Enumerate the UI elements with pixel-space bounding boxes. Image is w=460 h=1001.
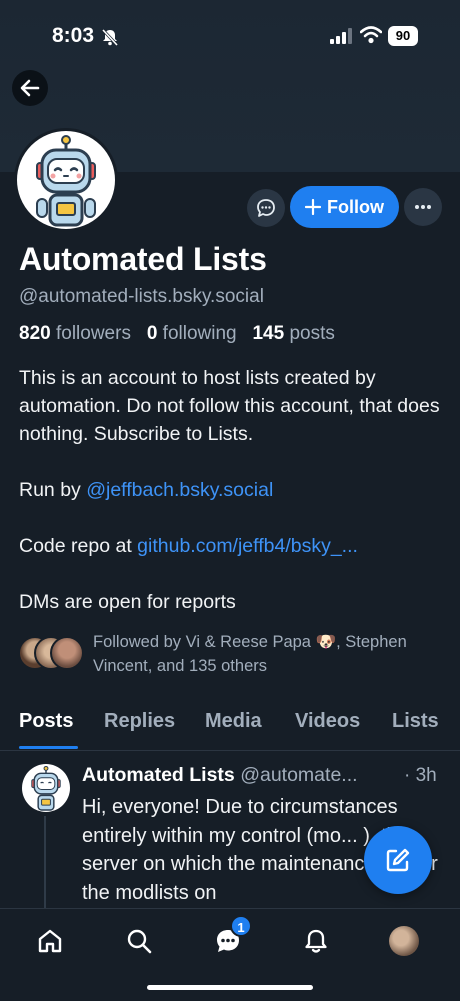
status-time: 8:03: [52, 24, 95, 47]
profile-name: Automated Lists: [19, 241, 267, 277]
nav-profile[interactable]: [384, 923, 424, 959]
post-timestamp[interactable]: · 3h: [404, 765, 437, 787]
bio-dms: DMs are open for reports: [19, 591, 236, 613]
followers-count: 820: [19, 323, 51, 344]
chat-bubble-icon: [257, 199, 275, 217]
followers-stat[interactable]: 820 followers: [19, 323, 131, 344]
bell-icon: [305, 929, 327, 953]
posts-count: 145: [252, 323, 285, 344]
follow-button[interactable]: Follow: [290, 186, 399, 228]
profile-avatar[interactable]: [14, 128, 118, 232]
bio-code-prefix: Code repo at: [19, 535, 138, 557]
post-header: Automated Lists @automate...: [82, 764, 358, 787]
nav-search[interactable]: [119, 923, 159, 959]
tab-media[interactable]: Media: [205, 710, 262, 733]
follower-avatar: [50, 636, 84, 670]
bio-run-link[interactable]: @jeffbach.bsky.social: [86, 479, 273, 501]
post-author-name[interactable]: Automated Lists: [82, 764, 235, 786]
tab-replies[interactable]: Replies: [104, 710, 175, 733]
following-label: following: [162, 323, 237, 344]
post-author-avatar[interactable]: [22, 764, 70, 812]
bio-code-repo: Code repo at github.com/jeffb4/bsky_...: [19, 532, 444, 560]
nav-home[interactable]: [30, 923, 70, 959]
following-stat[interactable]: 0 following: [147, 323, 237, 344]
followed-by-avatars[interactable]: [18, 636, 84, 672]
bio-run-prefix: Run by: [19, 479, 87, 501]
tab-videos[interactable]: Videos: [295, 710, 360, 733]
posts-stat: 145 posts: [252, 323, 334, 344]
home-icon: [38, 929, 62, 953]
nav-chat[interactable]: 1: [208, 915, 252, 959]
battery-indicator: 90: [388, 26, 418, 46]
user-avatar: [389, 926, 419, 956]
active-tab-indicator: [19, 746, 78, 749]
bio-run-by: Run by @jeffbach.bsky.social: [19, 476, 444, 504]
followed-by-text[interactable]: Followed by Vi & Reese Papa 🐶, Stephen V…: [93, 630, 413, 678]
bell-off-icon: [101, 28, 119, 47]
search-icon: [127, 929, 152, 954]
chat-badge: 1: [230, 915, 252, 937]
tab-lists[interactable]: Lists: [392, 710, 439, 733]
message-button[interactable]: [247, 189, 285, 227]
profile-bio: This is an account to host lists created…: [19, 364, 444, 616]
more-options-button[interactable]: [404, 188, 442, 226]
posts-label: posts: [289, 323, 335, 344]
profile-handle: @automated-lists.bsky.social: [19, 286, 264, 307]
follow-button-label: Follow: [327, 196, 384, 217]
compose-button[interactable]: [364, 826, 432, 894]
thread-line: [44, 816, 46, 916]
post-author-handle[interactable]: @automate...: [240, 764, 357, 786]
bio-code-link[interactable]: github.com/jeffb4/bsky_...: [137, 535, 358, 557]
home-indicator: [147, 985, 313, 990]
back-button[interactable]: [12, 70, 48, 106]
ellipsis-icon: [415, 205, 431, 209]
robot-avatar-image: [31, 765, 61, 811]
wifi-icon: [360, 26, 382, 44]
profile-stats: 820 followers 0 following 145 posts: [19, 323, 335, 345]
compose-icon: [386, 848, 410, 872]
nav-notifications[interactable]: [296, 923, 336, 959]
profile-tabs: Posts Replies Media Videos Lists: [0, 704, 460, 751]
signal-icon: [330, 28, 352, 44]
back-arrow-icon: [20, 79, 40, 97]
following-count: 0: [146, 323, 158, 344]
bio-description: This is an account to host lists created…: [19, 367, 440, 445]
robot-avatar-image: [36, 135, 96, 227]
tab-posts[interactable]: Posts: [19, 710, 73, 733]
status-bar: 8:03 90: [0, 0, 460, 72]
plus-icon: [305, 199, 321, 215]
followers-label: followers: [55, 323, 131, 344]
